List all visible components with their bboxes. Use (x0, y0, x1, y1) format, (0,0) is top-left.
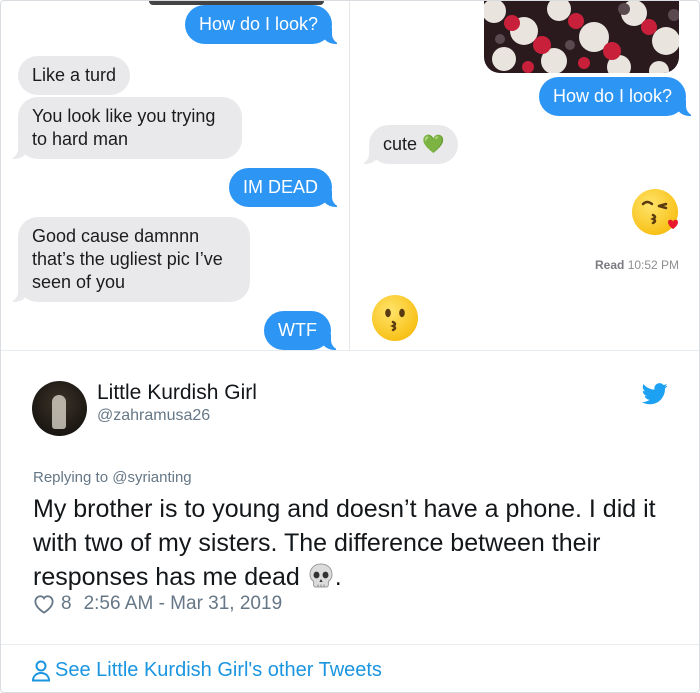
tweet-text: My brother is to young and doesn’t have … (33, 495, 656, 591)
skull-emoji (309, 563, 333, 588)
left-message-trying-too-hard: You look like you trying to hard man (8, 97, 242, 159)
left-message-wtf: WTF (264, 311, 341, 350)
left-message-ugliest-pic: Good cause damnnn that’s the ugliest pic… (8, 217, 250, 302)
chat-screenshots: How do I look? Like a turd You look like… (1, 1, 699, 351)
read-receipt: Read 10:52 PM (595, 258, 680, 272)
see-more-tweets-link[interactable]: See Little Kurdish Girl's other Tweets (55, 659, 382, 682)
kissing-face-emoji (372, 295, 418, 341)
screenshot-divider (349, 1, 350, 351)
display-name[interactable]: Little Kurdish Girl (97, 381, 257, 405)
person-icon (31, 660, 51, 682)
left-message-how-do-i-look: How do I look? (185, 5, 343, 44)
outfit-photo (484, 1, 679, 73)
mention-link[interactable]: @syrianting (112, 469, 191, 486)
user-handle[interactable]: @zahramusa26 (97, 407, 210, 425)
kissing-face-with-heart-emoji (632, 189, 678, 235)
twitter-bird-icon[interactable] (642, 383, 668, 405)
replying-to: Replying to @syrianting (33, 469, 192, 486)
right-message-cute: cute 💚 (358, 125, 459, 164)
see-more-tweets-bar[interactable]: See Little Kurdish Girl's other Tweets (1, 644, 699, 692)
left-message-im-dead: IM DEAD (229, 168, 343, 207)
tweet-meta: 8 2:56 AM - Mar 31, 2019 (33, 593, 282, 615)
like-count[interactable]: 8 (61, 593, 72, 615)
avatar[interactable] (32, 381, 87, 436)
left-message-like-a-turd: Like a turd (18, 56, 131, 95)
heart-icon[interactable] (33, 594, 55, 614)
right-message-how-do-i-look: How do I look? (539, 77, 697, 116)
tweet-timestamp[interactable]: 2:56 AM - Mar 31, 2019 (84, 593, 283, 615)
tweet-embed-card: How do I look? Like a turd You look like… (0, 0, 700, 693)
